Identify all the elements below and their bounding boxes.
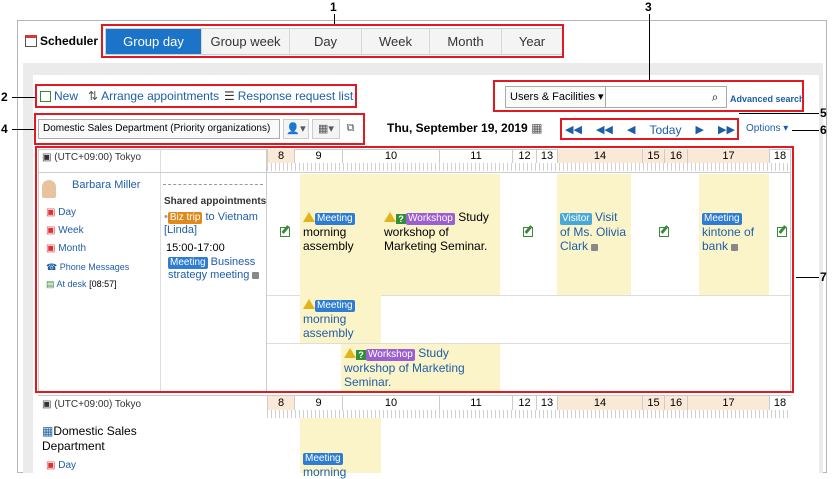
callout-line bbox=[739, 113, 819, 114]
time-ruler-2 bbox=[267, 410, 790, 418]
org-icon: ▦ bbox=[42, 424, 54, 438]
day-icon: ▣ bbox=[46, 460, 56, 471]
hour-18-2: 18 bbox=[769, 396, 790, 410]
callout-line bbox=[649, 14, 650, 80]
hour-12-2: 12 bbox=[512, 396, 536, 410]
hour-8-2: 8 bbox=[267, 396, 294, 410]
callout-box-5 bbox=[560, 118, 739, 140]
event-morning-second[interactable]: Meeting morning bbox=[300, 418, 381, 479]
hour-9-2: 9 bbox=[294, 396, 342, 410]
hour-17-2: 17 bbox=[687, 396, 769, 410]
org-link-day[interactable]: ▣ Day bbox=[46, 460, 76, 471]
callout-box-2 bbox=[35, 84, 357, 108]
options-menu[interactable]: Options ▾ bbox=[746, 123, 788, 134]
callout-3: 3 bbox=[645, 0, 652, 14]
callout-line bbox=[334, 14, 335, 24]
app-title: Scheduler bbox=[25, 34, 98, 48]
org-name: ▦Domestic Sales Department bbox=[42, 424, 137, 453]
hour-13-2: 13 bbox=[536, 396, 557, 410]
scheduler-icon bbox=[25, 35, 37, 47]
callout-line bbox=[796, 277, 819, 278]
calendar-icon[interactable]: ▦ bbox=[531, 121, 542, 135]
callout-box-3 bbox=[493, 80, 804, 112]
hour-16-2: 16 bbox=[664, 396, 687, 410]
callout-line bbox=[12, 129, 34, 130]
hour-15-2: 15 bbox=[642, 396, 664, 410]
callout-6: 6 bbox=[820, 123, 827, 137]
callout-5: 5 bbox=[820, 106, 827, 120]
callout-box-4 bbox=[34, 113, 365, 145]
callout-line bbox=[792, 130, 819, 131]
timezone-label-2: ▣ (UTC+09:00) Tokyo bbox=[42, 399, 142, 410]
hour-14-2: 14 bbox=[557, 396, 642, 410]
callout-1: 1 bbox=[330, 0, 337, 14]
current-date: Thu, September 19, 2019 ▦ bbox=[387, 121, 543, 135]
timezone-icon: ▣ bbox=[42, 399, 52, 410]
hour-11-2: 11 bbox=[439, 396, 512, 410]
callout-2: 2 bbox=[1, 90, 8, 104]
callout-7: 7 bbox=[820, 270, 827, 284]
callout-line bbox=[12, 97, 35, 98]
callout-box-7 bbox=[35, 146, 794, 393]
hour-10-2: 10 bbox=[342, 396, 439, 410]
callout-box-1 bbox=[101, 24, 564, 58]
callout-4: 4 bbox=[1, 122, 8, 136]
